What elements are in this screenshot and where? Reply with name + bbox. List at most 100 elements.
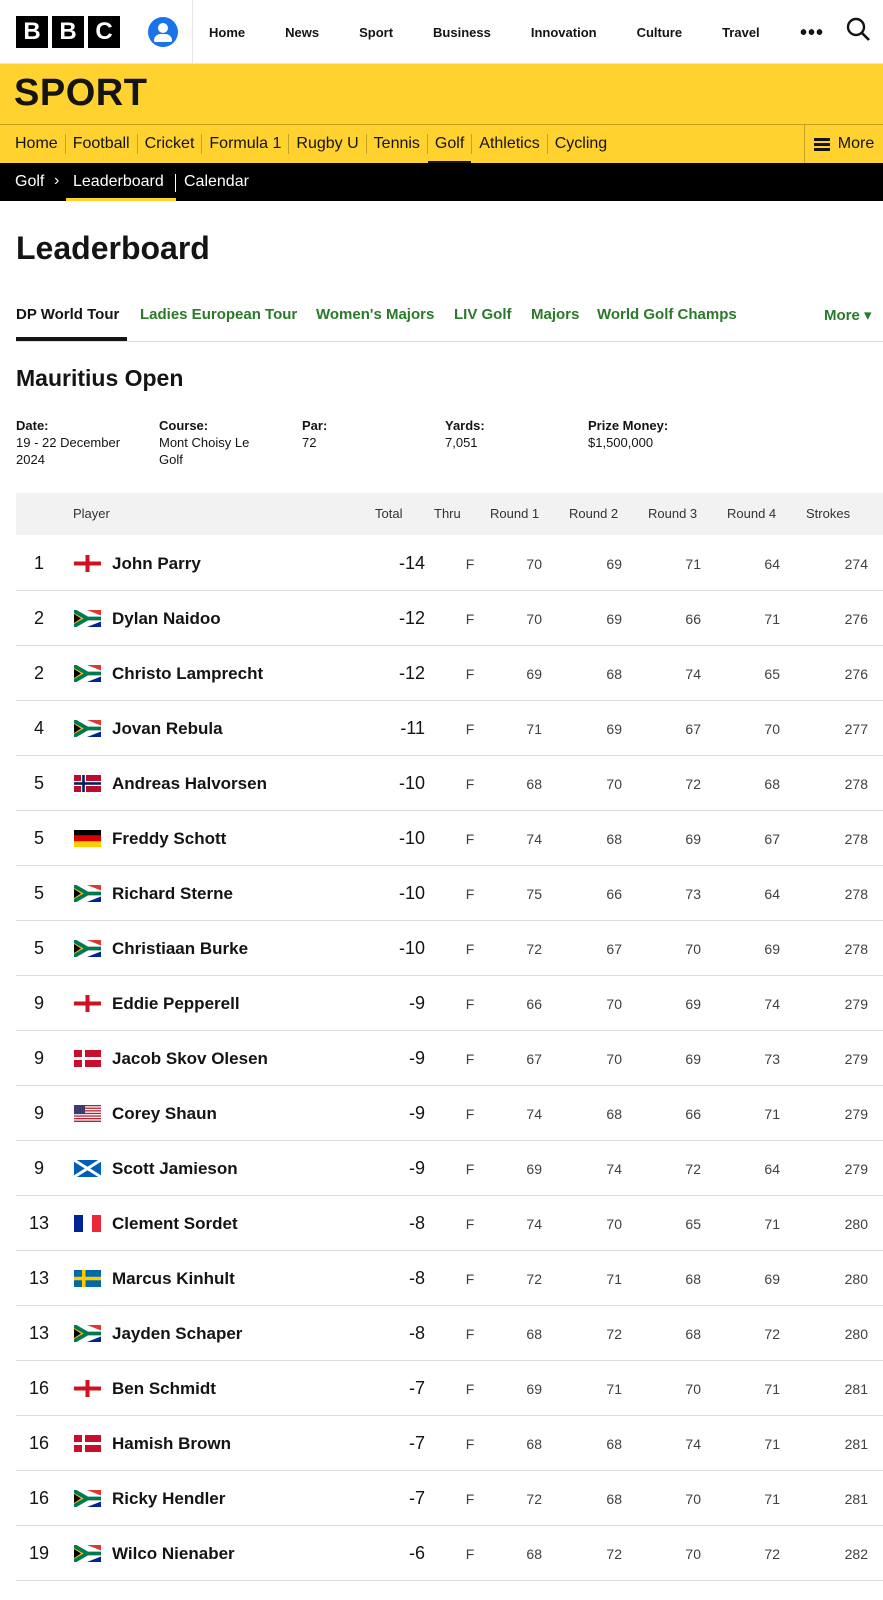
table-row[interactable]: 5 Richard Sterne -10 F 75 66 73 64 278: [16, 865, 883, 921]
position: 16: [28, 1433, 50, 1453]
player-name[interactable]: Eddie Pepperell: [112, 994, 240, 1014]
table-row[interactable]: 1 John Parry -14 F 70 69 71 64 274: [16, 535, 883, 591]
col-round4: Round 4: [727, 506, 777, 521]
position: 5: [33, 828, 44, 848]
table-row[interactable]: 13 Marcus Kinhult -8 F 72 71 68 69 280: [16, 1250, 883, 1306]
sport-nav-cricket[interactable]: Cricket: [138, 134, 203, 154]
subnav-leaderboard[interactable]: Leaderboard: [73, 173, 164, 191]
table-row[interactable]: 9 Eddie Pepperell -9 F 66 70 69 74 279: [16, 975, 883, 1031]
player-name[interactable]: Ben Schmidt: [112, 1379, 216, 1399]
player-name[interactable]: Jovan Rebula: [112, 719, 223, 739]
global-nav-sport[interactable]: Sport: [359, 25, 393, 40]
table-row[interactable]: 5 Christiaan Burke -10 F 72 67 70 69 278: [16, 920, 883, 976]
round3-score: 70: [685, 1491, 701, 1507]
player-name[interactable]: Marcus Kinhult: [112, 1269, 235, 1289]
table-row[interactable]: 9 Corey Shaun -9 F 74 68 66 71 279: [16, 1085, 883, 1141]
event-title: Mauritius Open: [16, 365, 184, 391]
global-nav-innovation[interactable]: Innovation: [531, 25, 597, 40]
sport-nav-tennis[interactable]: Tennis: [367, 134, 428, 154]
sport-more-button[interactable]: More: [804, 125, 883, 163]
table-row[interactable]: 16 Ben Schmidt -7 F 69 71 70 71 281: [16, 1360, 883, 1416]
round4-score: 71: [764, 1216, 780, 1232]
player-name[interactable]: John Parry: [112, 554, 201, 574]
tabs-more-dropdown[interactable]: More ▾: [824, 306, 872, 324]
sport-nav-athletics[interactable]: Athletics: [472, 134, 548, 154]
meta-label: Prize Money:: [588, 418, 669, 433]
player-name[interactable]: Scott Jamieson: [112, 1159, 238, 1179]
table-row[interactable]: 19 Wilco Nienaber -6 F 68 72 70 72 282: [16, 1525, 883, 1581]
player-name[interactable]: Hamish Brown: [112, 1434, 231, 1454]
table-row[interactable]: 5 Freddy Schott -10 F 74 68 69 67 278: [16, 810, 883, 866]
strokes: 278: [844, 941, 868, 957]
table-row[interactable]: 16 Ricky Hendler -7 F 72 68 70 71 281: [16, 1470, 883, 1526]
round4-score: 71: [764, 1381, 780, 1397]
sport-title[interactable]: SPORT: [14, 72, 147, 115]
player-name[interactable]: Dylan Naidoo: [112, 609, 221, 629]
total-score: -8: [408, 1323, 425, 1343]
table-row[interactable]: 2 Christo Lamprecht -12 F 69 68 74 65 276: [16, 645, 883, 701]
player-name[interactable]: Jayden Schaper: [112, 1324, 242, 1344]
round2-score: 70: [606, 996, 622, 1012]
bbc-logo[interactable]: B B C: [16, 16, 120, 48]
tab-womens-majors[interactable]: Women's Majors: [316, 306, 434, 323]
tab-liv-golf[interactable]: LIV Golf: [454, 306, 512, 323]
player-name[interactable]: Andreas Halvorsen: [112, 774, 267, 794]
tab-ladies-european-tour[interactable]: Ladies European Tour: [140, 306, 297, 323]
player-name[interactable]: Freddy Schott: [112, 829, 226, 849]
tab-world-golf-champs[interactable]: World Golf Champs: [597, 306, 737, 323]
player-name[interactable]: Christiaan Burke: [112, 939, 248, 959]
tab-majors[interactable]: Majors: [531, 306, 579, 323]
global-nav-home[interactable]: Home: [209, 25, 245, 40]
account-icon[interactable]: [148, 17, 178, 47]
sport-nav-rugby-union[interactable]: Rugby U: [289, 134, 367, 154]
total-score: -6: [408, 1543, 425, 1563]
global-nav-culture[interactable]: Culture: [637, 25, 683, 40]
search-icon[interactable]: [846, 17, 870, 41]
player-name[interactable]: Corey Shaun: [112, 1104, 217, 1124]
round1-score: 68: [526, 776, 542, 792]
table-row[interactable]: 16 Hamish Brown -7 F 68 68 74 71 281: [16, 1415, 883, 1471]
total-score: -8: [408, 1213, 425, 1233]
player-name[interactable]: Jacob Skov Olesen: [112, 1049, 268, 1069]
position: 13: [28, 1323, 50, 1343]
meta-value: $1,500,000: [588, 435, 654, 450]
round4-score: 72: [764, 1326, 780, 1342]
player-name[interactable]: Richard Sterne: [112, 884, 233, 904]
table-row[interactable]: 9 Jacob Skov Olesen -9 F 67 70 69 73 279: [16, 1030, 883, 1086]
global-nav-news[interactable]: News: [285, 25, 319, 40]
strokes: 280: [844, 1216, 868, 1232]
sport-nav-home[interactable]: Home: [0, 134, 66, 154]
global-nav-travel[interactable]: Travel: [722, 25, 760, 40]
sport-nav-golf[interactable]: Golf: [427, 134, 473, 164]
total-score: -8: [408, 1268, 425, 1288]
player-name[interactable]: Wilco Nienaber: [112, 1544, 235, 1564]
sport-nav-formula1[interactable]: Formula 1: [202, 134, 290, 154]
table-row[interactable]: 2 Dylan Naidoo -12 F 70 69 66 71 276: [16, 590, 883, 646]
round4-score: 71: [764, 1436, 780, 1452]
player-name[interactable]: Clement Sordet: [112, 1214, 238, 1234]
sport-nav-football[interactable]: Football: [66, 134, 138, 154]
round4-score: 73: [764, 1051, 780, 1067]
player-name[interactable]: Ricky Hendler: [112, 1489, 225, 1509]
tab-dp-world-tour[interactable]: DP World Tour: [16, 306, 119, 323]
subnav-calendar[interactable]: Calendar: [184, 173, 249, 191]
table-row[interactable]: 13 Clement Sordet -8 F 74 70 65 71 280: [16, 1195, 883, 1251]
table-row[interactable]: 4 Jovan Rebula -11 F 71 69 67 70 277: [16, 700, 883, 756]
global-nav-business[interactable]: Business: [433, 25, 491, 40]
col-round1: Round 1: [490, 506, 540, 521]
england-flag-icon: [74, 555, 101, 572]
denmark-flag-icon: [74, 1050, 101, 1067]
sport-nav: Home Football Cricket Formula 1 Rugby U …: [0, 124, 883, 164]
sport-nav-cycling[interactable]: Cycling: [548, 134, 614, 154]
more-menu-icon[interactable]: •••: [800, 22, 824, 45]
table-row[interactable]: 9 Scott Jamieson -9 F 69 74 72 64 279: [16, 1140, 883, 1196]
breadcrumb-golf[interactable]: Golf: [15, 173, 44, 191]
table-row[interactable]: 5 Andreas Halvorsen -10 F 68 70 72 68 278: [16, 755, 883, 811]
strokes: 279: [844, 1161, 868, 1177]
round1-score: 66: [526, 996, 542, 1012]
strokes: 282: [844, 1546, 868, 1562]
strokes: 276: [844, 611, 868, 627]
table-row[interactable]: 13 Jayden Schaper -8 F 68 72 68 72 280: [16, 1305, 883, 1361]
player-name[interactable]: Christo Lamprecht: [112, 664, 263, 684]
strokes: 278: [844, 776, 868, 792]
